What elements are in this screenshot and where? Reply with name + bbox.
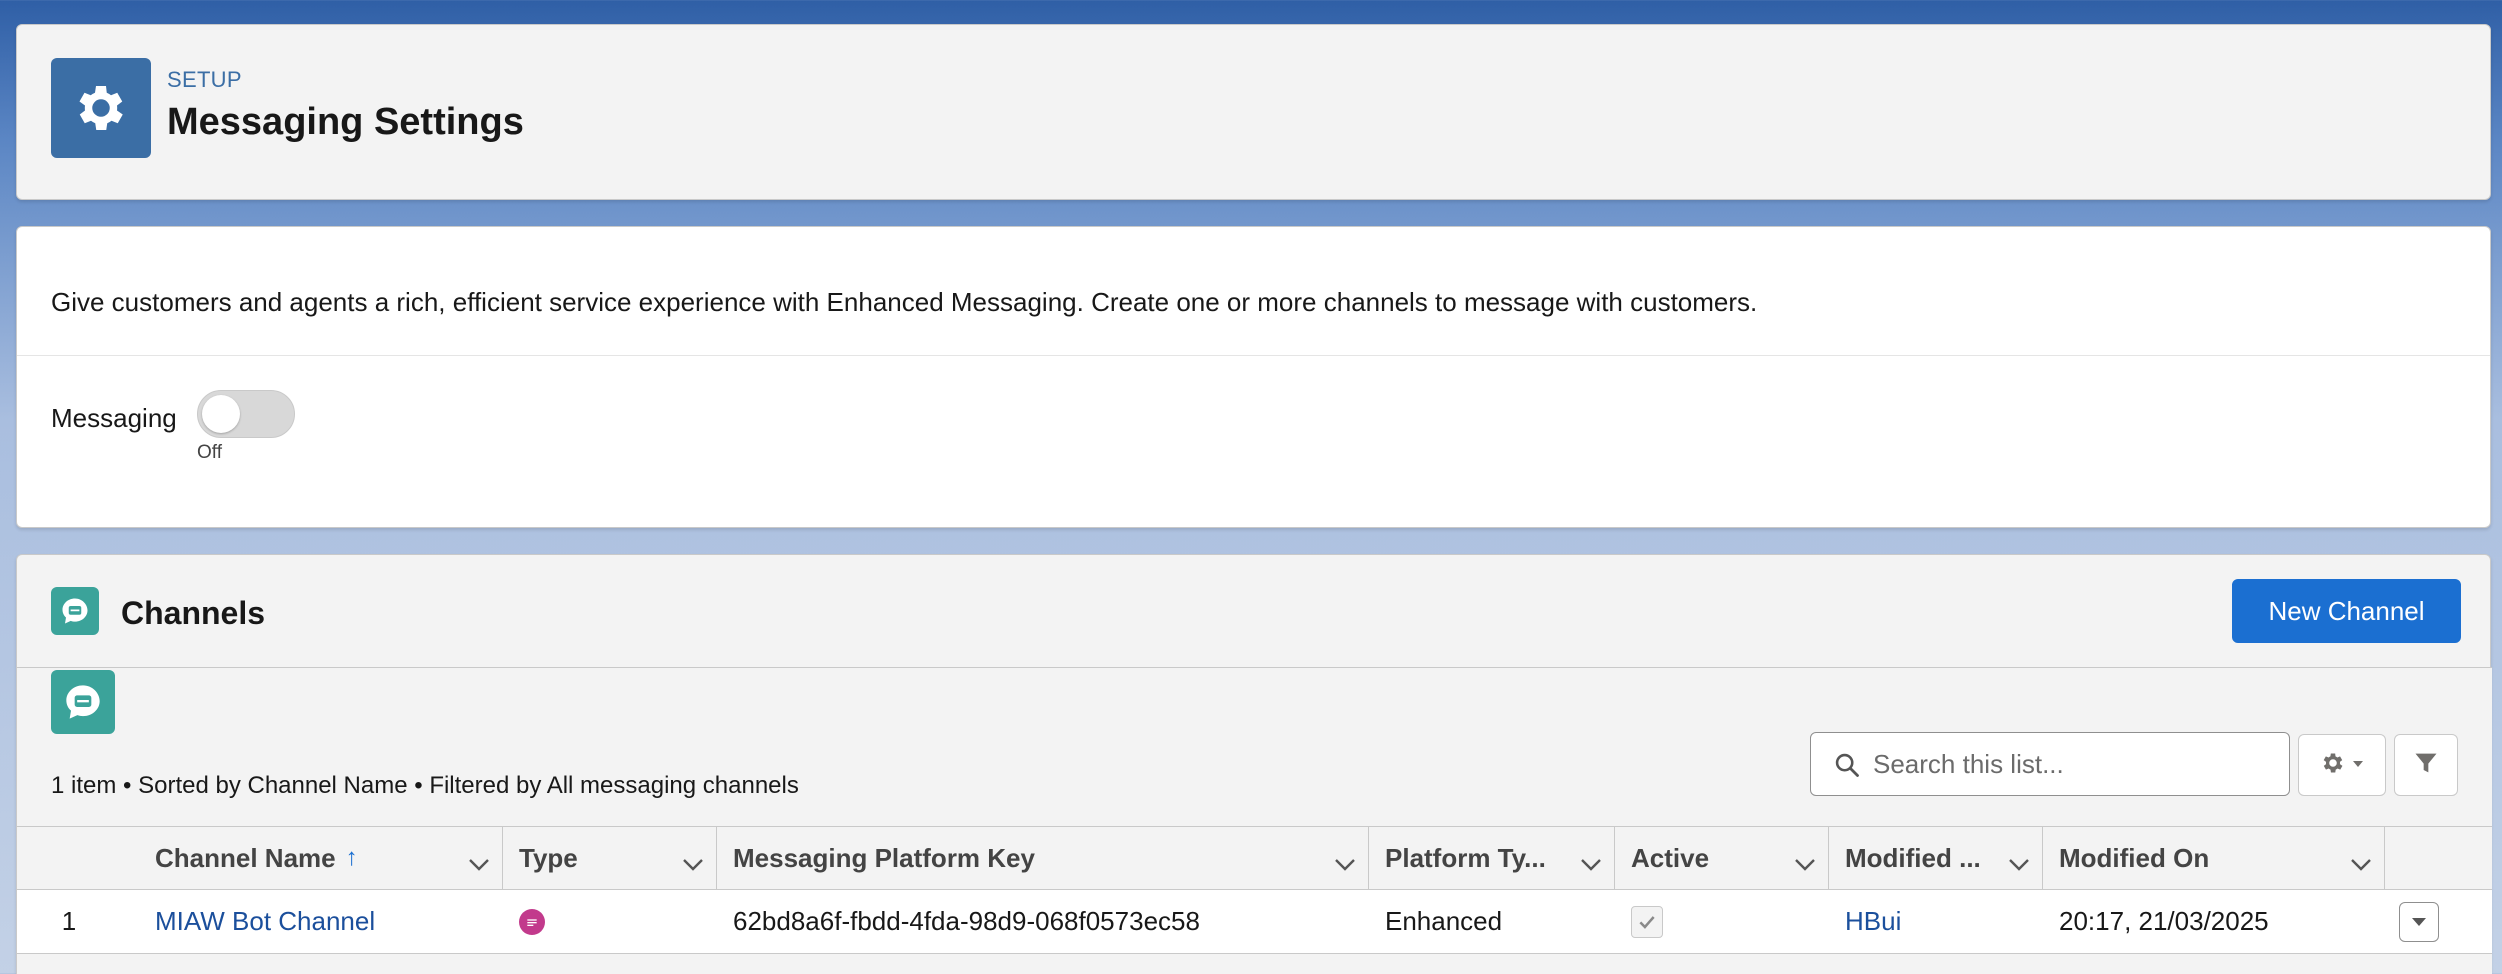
row-actions-cell	[2385, 890, 2490, 953]
column-header-platform-key[interactable]: Messaging Platform Key	[717, 827, 1369, 889]
active-checkbox	[1631, 905, 1663, 938]
breadcrumb: SETUP	[167, 67, 242, 92]
chevron-down-icon[interactable]	[468, 849, 490, 880]
active-cell	[1615, 890, 1829, 953]
list-meta-info: 1 item • Sorted by Channel Name • Filter…	[51, 772, 799, 799]
section-title: Channels	[121, 595, 266, 631]
toggle-state-text: Off	[197, 442, 222, 463]
modified-by-link[interactable]: HBui	[1829, 890, 2043, 953]
row-number-header	[17, 827, 139, 889]
filter-button[interactable]	[2394, 734, 2458, 796]
messaging-intro-card: Give customers and agents a rich, effici…	[16, 226, 2491, 528]
search-input[interactable]	[1873, 743, 2273, 785]
row-number: 1	[61, 906, 77, 936]
channels-table: Channel Name ↑ Type Messaging Platform K…	[17, 826, 2492, 954]
platform-type-cell: Enhanced	[1385, 906, 1503, 936]
column-header-active[interactable]: Active	[1615, 827, 1829, 889]
table-header-row: Channel Name ↑ Type Messaging Platform K…	[17, 826, 2492, 890]
gear-icon	[2320, 750, 2346, 781]
chat-bubble-icon	[519, 908, 545, 935]
chevron-down-icon[interactable]	[2350, 849, 2372, 880]
platform-key-cell: 62bd8a6f-fbdd-4fda-98d9-068f0573ec58	[733, 906, 1200, 936]
chevron-down-icon	[2352, 756, 2364, 774]
divider	[17, 355, 2490, 356]
list-settings-button[interactable]	[2298, 734, 2386, 796]
channel-type-cell	[503, 890, 717, 953]
page-title: Messaging Settings	[167, 101, 524, 143]
column-header-platform-type[interactable]: Platform Ty...	[1369, 827, 1615, 889]
search-icon	[1833, 751, 1861, 784]
row-actions-button[interactable]	[2399, 901, 2439, 942]
row-actions-header	[2385, 827, 2490, 889]
sort-ascending-icon: ↑	[345, 844, 358, 871]
messaging-toggle[interactable]	[197, 390, 295, 438]
gear-icon	[51, 58, 151, 158]
chevron-down-icon[interactable]	[1794, 849, 1816, 880]
column-header-modified-on[interactable]: Modified On	[2043, 827, 2385, 889]
channels-card: Channels New Channel 1 item • Sorted by …	[16, 554, 2492, 974]
page-header: SETUP Messaging Settings	[16, 24, 2491, 200]
checkmark-icon	[1639, 915, 1655, 929]
filter-icon	[2412, 749, 2440, 782]
search-box[interactable]	[1810, 732, 2290, 796]
column-header-channel-name[interactable]: Channel Name ↑	[139, 827, 503, 889]
messaging-channel-icon	[51, 587, 99, 635]
column-header-modified-by[interactable]: Modified ...	[1829, 827, 2043, 889]
messaging-toggle-label: Messaging	[51, 403, 177, 433]
chevron-down-icon[interactable]	[2008, 849, 2030, 880]
chevron-down-icon[interactable]	[682, 849, 704, 880]
intro-description: Give customers and agents a rich, effici…	[51, 287, 1758, 317]
table-row: 1 MIAW Bot Channel 62bd8a6f-fbdd-4fda-98…	[17, 890, 2492, 954]
chevron-down-icon[interactable]	[1580, 849, 1602, 880]
toggle-knob	[202, 395, 240, 433]
column-header-type[interactable]: Type	[503, 827, 717, 889]
chevron-down-icon[interactable]	[1334, 849, 1356, 880]
channel-name-link[interactable]: MIAW Bot Channel	[139, 890, 503, 953]
chevron-down-icon	[2412, 917, 2426, 926]
modified-on-cell: 20:17, 21/03/2025	[2059, 906, 2269, 936]
channel-list-view: 1 item • Sorted by Channel Name • Filter…	[17, 667, 2492, 974]
new-channel-button[interactable]: New Channel	[2232, 579, 2461, 643]
list-view-icon	[51, 670, 115, 734]
